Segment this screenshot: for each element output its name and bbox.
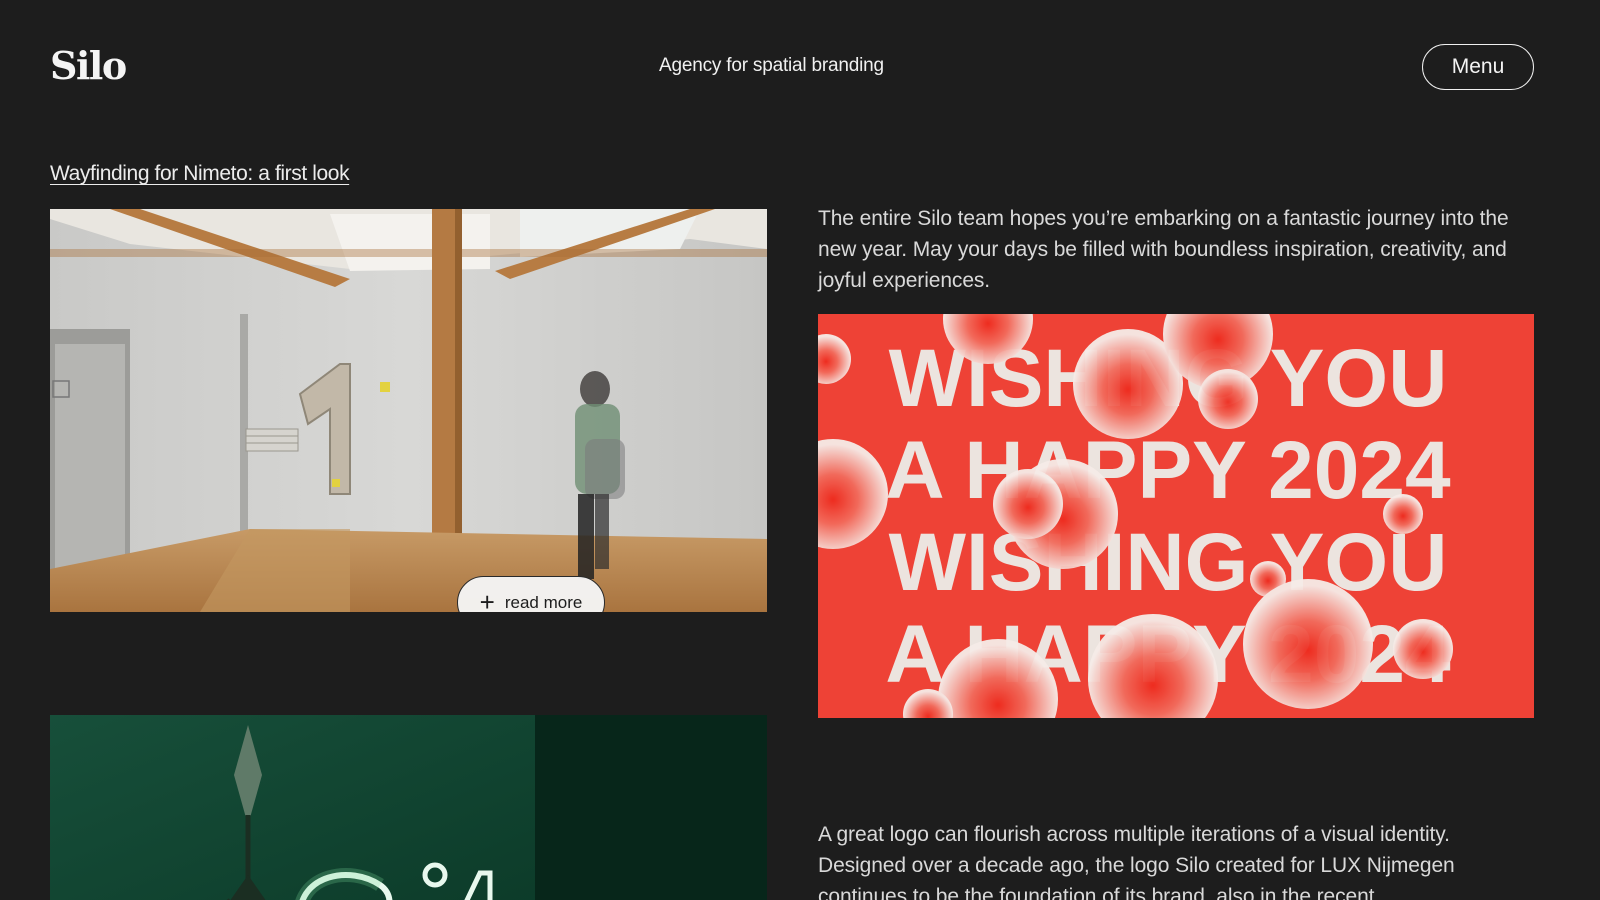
article-title-link[interactable]: Wayfinding for Nimeto: a first look [50, 162, 350, 186]
wayfinding-photo-graphic [50, 209, 767, 612]
neon-sign-graphic [50, 715, 767, 900]
happy-2024-svg: WISHING YOU A HAPPY 2024 WISHING YOU A H… [818, 314, 1534, 718]
article-excerpt-lux: A great logo can flourish across multipl… [818, 823, 1455, 900]
menu-button[interactable]: Menu [1422, 44, 1534, 90]
article-excerpt-newyear: The entire Silo team hopes you’re embark… [818, 207, 1509, 292]
site-header: Silo Agency for spatial branding Menu [0, 0, 1600, 134]
site-logo[interactable]: Silo [50, 44, 127, 88]
graphic-line-2: A HAPPY 2024 [885, 425, 1451, 516]
wayfinding-photo[interactable]: + read more [50, 209, 767, 612]
read-more-button[interactable]: + read more [457, 576, 605, 612]
neon-sign-photo[interactable] [50, 715, 767, 900]
site-tagline: Agency for spatial branding [659, 55, 884, 76]
graphic-line-3: WISHING YOU [889, 517, 1448, 608]
happy-2024-graphic[interactable]: WISHING YOU A HAPPY 2024 WISHING YOU A H… [818, 314, 1534, 718]
read-more-label: read more [504, 592, 583, 612]
plus-icon: + [479, 586, 495, 613]
